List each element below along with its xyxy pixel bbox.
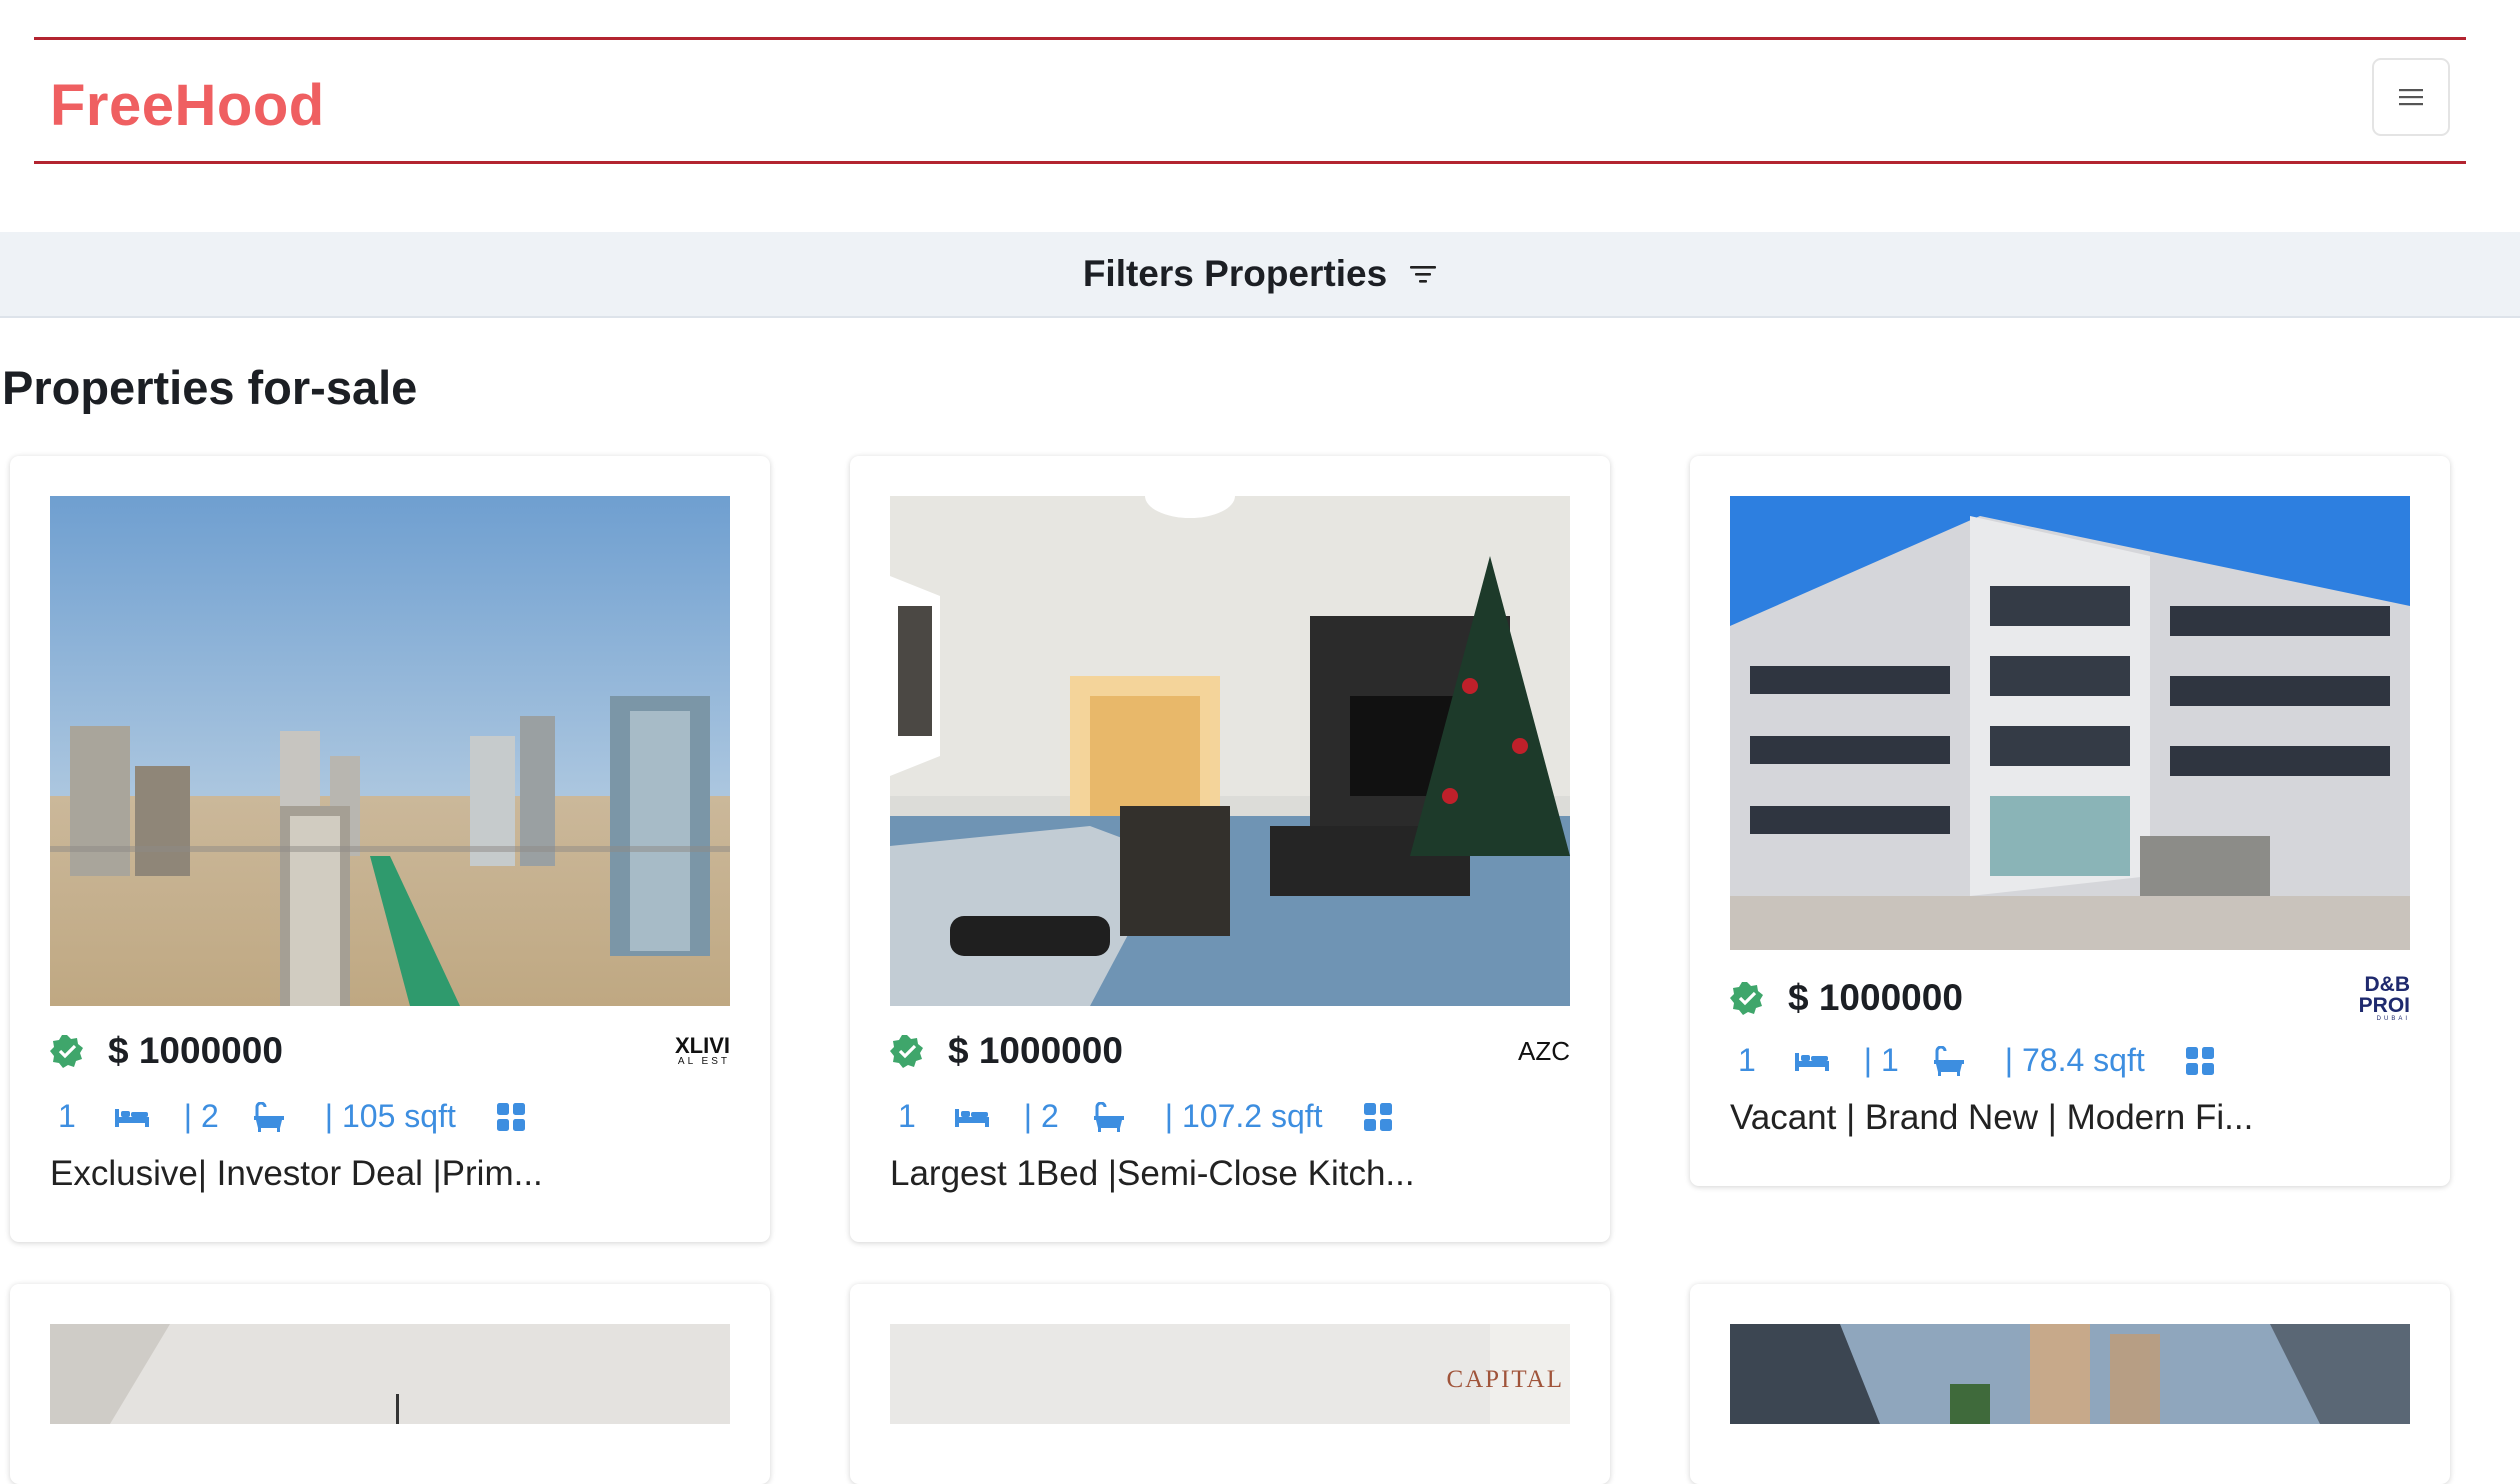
property-photo[interactable] <box>1730 1324 2410 1424</box>
bath-icon <box>1093 1101 1125 1132</box>
area-value: | 105 sqft <box>324 1098 456 1134</box>
property-card[interactable] <box>1690 1284 2450 1484</box>
property-price: $ 1000000 <box>108 1030 283 1071</box>
agency-name: AZC <box>1518 1036 1570 1066</box>
hamburger-icon <box>2399 89 2423 106</box>
price-row: $ 1000000 D&B PROI DUBAI <box>1730 974 2410 1022</box>
property-card[interactable]: $ 1000000 D&B PROI DUBAI 1 | 1 | 78.4 sq… <box>1690 456 2450 1186</box>
property-photo[interactable]: CAPITAL <box>890 1324 1570 1424</box>
agency-subtitle: DUBAI <box>2376 1016 2410 1022</box>
bedroom-count: 1 <box>1738 1042 1756 1078</box>
menu-toggle-button[interactable] <box>2372 58 2450 136</box>
top-navbar: FreeHood <box>34 37 2466 164</box>
property-card[interactable] <box>10 1284 770 1484</box>
property-photo[interactable] <box>890 496 1570 1006</box>
property-photo[interactable] <box>1730 496 2410 950</box>
bath-icon <box>253 1101 285 1132</box>
bed-icon <box>954 1105 990 1129</box>
area-value: | 78.4 sqft <box>2004 1042 2145 1078</box>
agency-subtitle: AL EST <box>677 1056 730 1067</box>
floorplan-icon <box>2185 1046 2215 1076</box>
bedroom-count: 1 <box>898 1098 916 1134</box>
verified-badge-icon <box>50 1035 83 1068</box>
price-row: $ 1000000 XLIVI AL EST <box>50 1030 730 1072</box>
property-title[interactable]: Largest 1Bed |Semi-Close Kitch... <box>890 1154 1415 1194</box>
property-card[interactable]: $ 1000000 XLIVI AL EST 1 | 2 | 105 sqft … <box>10 456 770 1242</box>
filter-lines-icon[interactable] <box>1409 263 1437 285</box>
verified-badge-icon <box>890 1035 923 1068</box>
bathroom-count: | 2 <box>1023 1098 1059 1134</box>
agency-name: D&B PROI <box>2358 973 2410 1017</box>
floorplan-icon <box>1363 1102 1393 1132</box>
property-price: $ 1000000 <box>1788 977 1963 1018</box>
property-specs: 1 | 2 | 105 sqft <box>50 1098 526 1135</box>
area-value: | 107.2 sqft <box>1164 1098 1323 1134</box>
agency-watermark: CAPITAL <box>1446 1366 1564 1393</box>
bathroom-count: | 1 <box>1863 1042 1899 1078</box>
bedroom-count: 1 <box>58 1098 76 1134</box>
property-title[interactable]: Exclusive| Investor Deal |Prim... <box>50 1154 543 1194</box>
verified-badge-icon <box>1730 982 1763 1015</box>
property-card[interactable]: $ 1000000 AZC 1 | 2 | 107.2 sqft Largest… <box>850 456 1610 1242</box>
property-card[interactable]: CAPITAL <box>850 1284 1610 1484</box>
bathroom-count: | 2 <box>183 1098 219 1134</box>
agency-name: XLIVI <box>674 1033 730 1058</box>
agency-logo: AZC <box>1518 1038 1570 1064</box>
property-photo[interactable] <box>50 496 730 1006</box>
price-row: $ 1000000 AZC <box>890 1030 1570 1072</box>
bed-icon <box>114 1105 150 1129</box>
property-specs: 1 | 2 | 107.2 sqft <box>890 1098 1393 1135</box>
floorplan-icon <box>496 1102 526 1132</box>
property-title[interactable]: Vacant | Brand New | Modern Fi... <box>1730 1098 2253 1138</box>
agency-logo: D&B PROI DUBAI <box>2346 974 2410 1022</box>
filters-label[interactable]: Filters Properties <box>1083 253 1387 295</box>
property-photo[interactable] <box>50 1324 730 1424</box>
page-title: Properties for-sale <box>2 361 418 414</box>
property-price: $ 1000000 <box>948 1030 1123 1071</box>
agency-logo: XLIVI AL EST <box>675 1035 730 1067</box>
bed-icon <box>1794 1049 1830 1073</box>
brand-logo[interactable]: FreeHood <box>50 72 325 139</box>
filters-bar[interactable]: Filters Properties <box>0 232 2520 318</box>
bath-icon <box>1933 1045 1965 1076</box>
property-specs: 1 | 1 | 78.4 sqft <box>1730 1042 2215 1079</box>
